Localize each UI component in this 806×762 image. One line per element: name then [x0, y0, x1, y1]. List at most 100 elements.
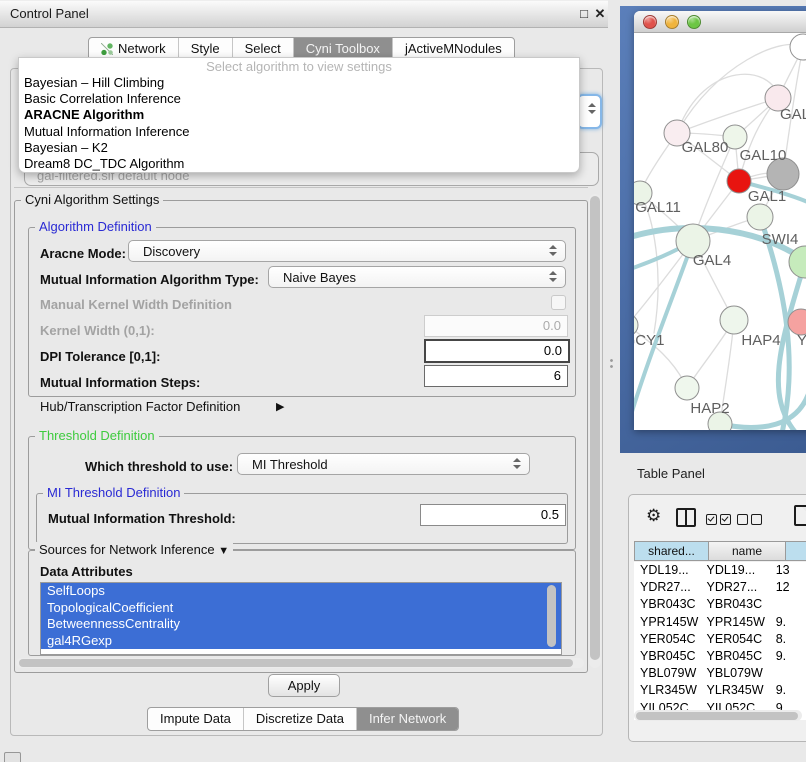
data-attribute-item[interactable]: TopologicalCoefficient — [41, 600, 561, 617]
zoom-traffic-light-icon[interactable] — [687, 15, 701, 29]
algorithm-option-dream8-dc-tdc-algorithm[interactable]: Dream8 DC_TDC Algorithm — [19, 156, 579, 172]
table-column-header-2[interactable] — [786, 541, 806, 561]
table-row[interactable]: YPR145WYPR145W9. — [634, 614, 806, 631]
table-cell: 9. — [770, 648, 806, 665]
table-cell: 13 — [770, 562, 806, 579]
table-cell: 8. — [770, 631, 806, 648]
data-attribute-item[interactable]: BetweennessCentrality — [41, 616, 561, 633]
settings-vertical-scrollbar-thumb[interactable] — [590, 196, 600, 660]
panel-splitter-handle[interactable] — [609, 358, 614, 370]
table-cell: YDL19... — [634, 562, 701, 579]
hub-definition-label: Hub/Transcription Factor Definition — [40, 399, 240, 414]
network-node-label-gal4: GAL4 — [693, 252, 731, 269]
network-graph[interactable]: GALGAL80GAL10GAL1GAL11SWI4GAL4GCY1HAP4YH… — [634, 33, 806, 430]
network-node[interactable] — [675, 376, 699, 400]
algorithm-option-basic-correlation-inference[interactable]: Basic Correlation Inference — [19, 91, 579, 107]
collapsed-panel-button[interactable] — [4, 752, 21, 762]
close-window-icon[interactable]: ✕ — [592, 1, 608, 27]
mi-algorithm-type-value: Naive Bayes — [283, 270, 356, 285]
table-row[interactable]: YBR043CYBR043C — [634, 596, 806, 613]
network-edge-thick[interactable] — [720, 395, 806, 427]
table-cell — [770, 665, 806, 682]
settings-vertical-scrollbar[interactable] — [589, 194, 601, 668]
mi-steps-field[interactable]: 6 — [424, 365, 568, 387]
combo-stepper-icon — [513, 458, 521, 469]
table-column-header-shared-[interactable]: shared... — [635, 541, 709, 561]
tab-label: Impute Data — [160, 708, 231, 730]
table-horizontal-scrollbar[interactable] — [634, 710, 802, 721]
table-horizontal-scrollbar-thumb[interactable] — [636, 712, 798, 720]
network-window-titlebar[interactable] — [634, 11, 806, 33]
hub-expand-arrow-icon[interactable]: ▶ — [276, 400, 284, 413]
table-row[interactable]: YBR045CYBR045C9. — [634, 648, 806, 665]
algorithm-definition-group-title: Algorithm Definition — [35, 219, 156, 234]
mi-threshold-field[interactable]: 0.5 — [420, 504, 566, 526]
data-attribute-item[interactable]: gal4RGexp — [41, 633, 561, 650]
table-cell: YLR345W — [701, 682, 770, 699]
mi-algorithm-type-label: Mutual Information Algorithm Type: — [40, 272, 259, 287]
algorithm-combo-fragment[interactable] — [577, 94, 602, 129]
algorithm-option-aracne-algorithm[interactable]: ARACNE Algorithm — [19, 107, 579, 123]
tab-infer-network[interactable]: Infer Network — [356, 708, 458, 730]
minimize-traffic-light-icon[interactable] — [665, 15, 679, 29]
algorithm-dropdown-prompt: Select algorithm to view settings — [19, 58, 579, 75]
table-row[interactable]: YDL19...YDL19...13 — [634, 562, 806, 579]
deselect-all-columns-icon[interactable] — [737, 512, 765, 530]
network-node-label-hap2: HAP2 — [690, 400, 729, 417]
data-attributes-list[interactable]: SelfLoopsTopologicalCoefficientBetweenne… — [40, 582, 562, 655]
network-node[interactable] — [747, 204, 773, 230]
mi-algorithm-type-combo[interactable]: Naive Bayes — [268, 266, 566, 288]
table-column-header-name[interactable]: name — [709, 541, 786, 561]
network-node-label-gal1: GAL1 — [748, 188, 786, 205]
table-header: shared...name — [634, 541, 806, 561]
select-all-columns-icon[interactable] — [706, 512, 734, 530]
table-cell: 12 — [770, 579, 806, 596]
network-node[interactable] — [790, 34, 806, 60]
settings-horizontal-scrollbar-thumb[interactable] — [19, 659, 573, 667]
combo-stepper-icon — [549, 271, 557, 282]
table-cell: YBR043C — [701, 596, 770, 613]
tab-impute-data[interactable]: Impute Data — [148, 708, 243, 730]
table-row[interactable]: YDR27...YDR27...12 — [634, 579, 806, 596]
dpi-tolerance-label: DPI Tolerance [0,1]: — [40, 349, 160, 364]
combo-stepper-icon — [549, 245, 557, 256]
table-cell: YBL079W — [701, 665, 770, 682]
sources-collapse-arrow-icon[interactable]: ▼ — [218, 545, 229, 557]
show-columns-icon[interactable] — [676, 508, 696, 527]
table-row[interactable]: YLR345WYLR345W9. — [634, 682, 806, 699]
tab-label: Infer Network — [369, 708, 446, 730]
table-row[interactable]: YER054CYER054C8. — [634, 631, 806, 648]
table-cell: YER054C — [634, 631, 701, 648]
which-threshold-combo[interactable]: MI Threshold — [237, 453, 530, 475]
export-table-icon[interactable] — [794, 505, 806, 526]
close-traffic-light-icon[interactable] — [643, 15, 657, 29]
table-settings-gear-icon[interactable]: ⚙ — [646, 506, 661, 526]
data-attribute-item[interactable]: SelfLoops — [41, 583, 561, 600]
manual-kernel-width-checkbox[interactable] — [551, 295, 566, 310]
settings-horizontal-scrollbar[interactable] — [16, 658, 584, 668]
table-cell: YLR345W — [634, 682, 701, 699]
network-edge[interactable] — [677, 74, 778, 133]
algorithm-option-bayesian-k2[interactable]: Bayesian – K2 — [19, 140, 579, 156]
tab-discretize-data[interactable]: Discretize Data — [243, 708, 356, 730]
aracne-mode-combo[interactable]: Discovery — [128, 240, 566, 262]
kernel-width-field[interactable]: 0.0 — [424, 315, 568, 337]
inference-group-bottom-border — [14, 187, 588, 188]
aracne-mode-label: Aracne Mode: — [40, 246, 126, 261]
table-cell: YBR043C — [634, 596, 701, 613]
dpi-tolerance-field[interactable]: 0.0 — [424, 339, 570, 363]
table-cell: 9. — [770, 614, 806, 631]
network-node-label-gal80: GAL80 — [682, 139, 729, 156]
table-cell: 9. — [770, 682, 806, 699]
attributes-scrollbar-thumb[interactable] — [547, 585, 556, 647]
network-node[interactable] — [720, 306, 748, 334]
table-row[interactable]: YBL079WYBL079W — [634, 665, 806, 682]
tab-label: Discretize Data — [256, 708, 344, 730]
combo-stepper-icon — [588, 103, 596, 114]
algorithm-option-bayesian-hill-climbing[interactable]: Bayesian – Hill Climbing — [19, 75, 579, 91]
sources-group-title: Sources for Network Inference ▼ — [35, 542, 233, 557]
float-window-icon[interactable]: □ — [576, 1, 592, 27]
apply-button[interactable]: Apply — [268, 674, 340, 697]
table-cell: YDL19... — [701, 562, 770, 579]
algorithm-option-mutual-information-inference[interactable]: Mutual Information Inference — [19, 124, 579, 140]
